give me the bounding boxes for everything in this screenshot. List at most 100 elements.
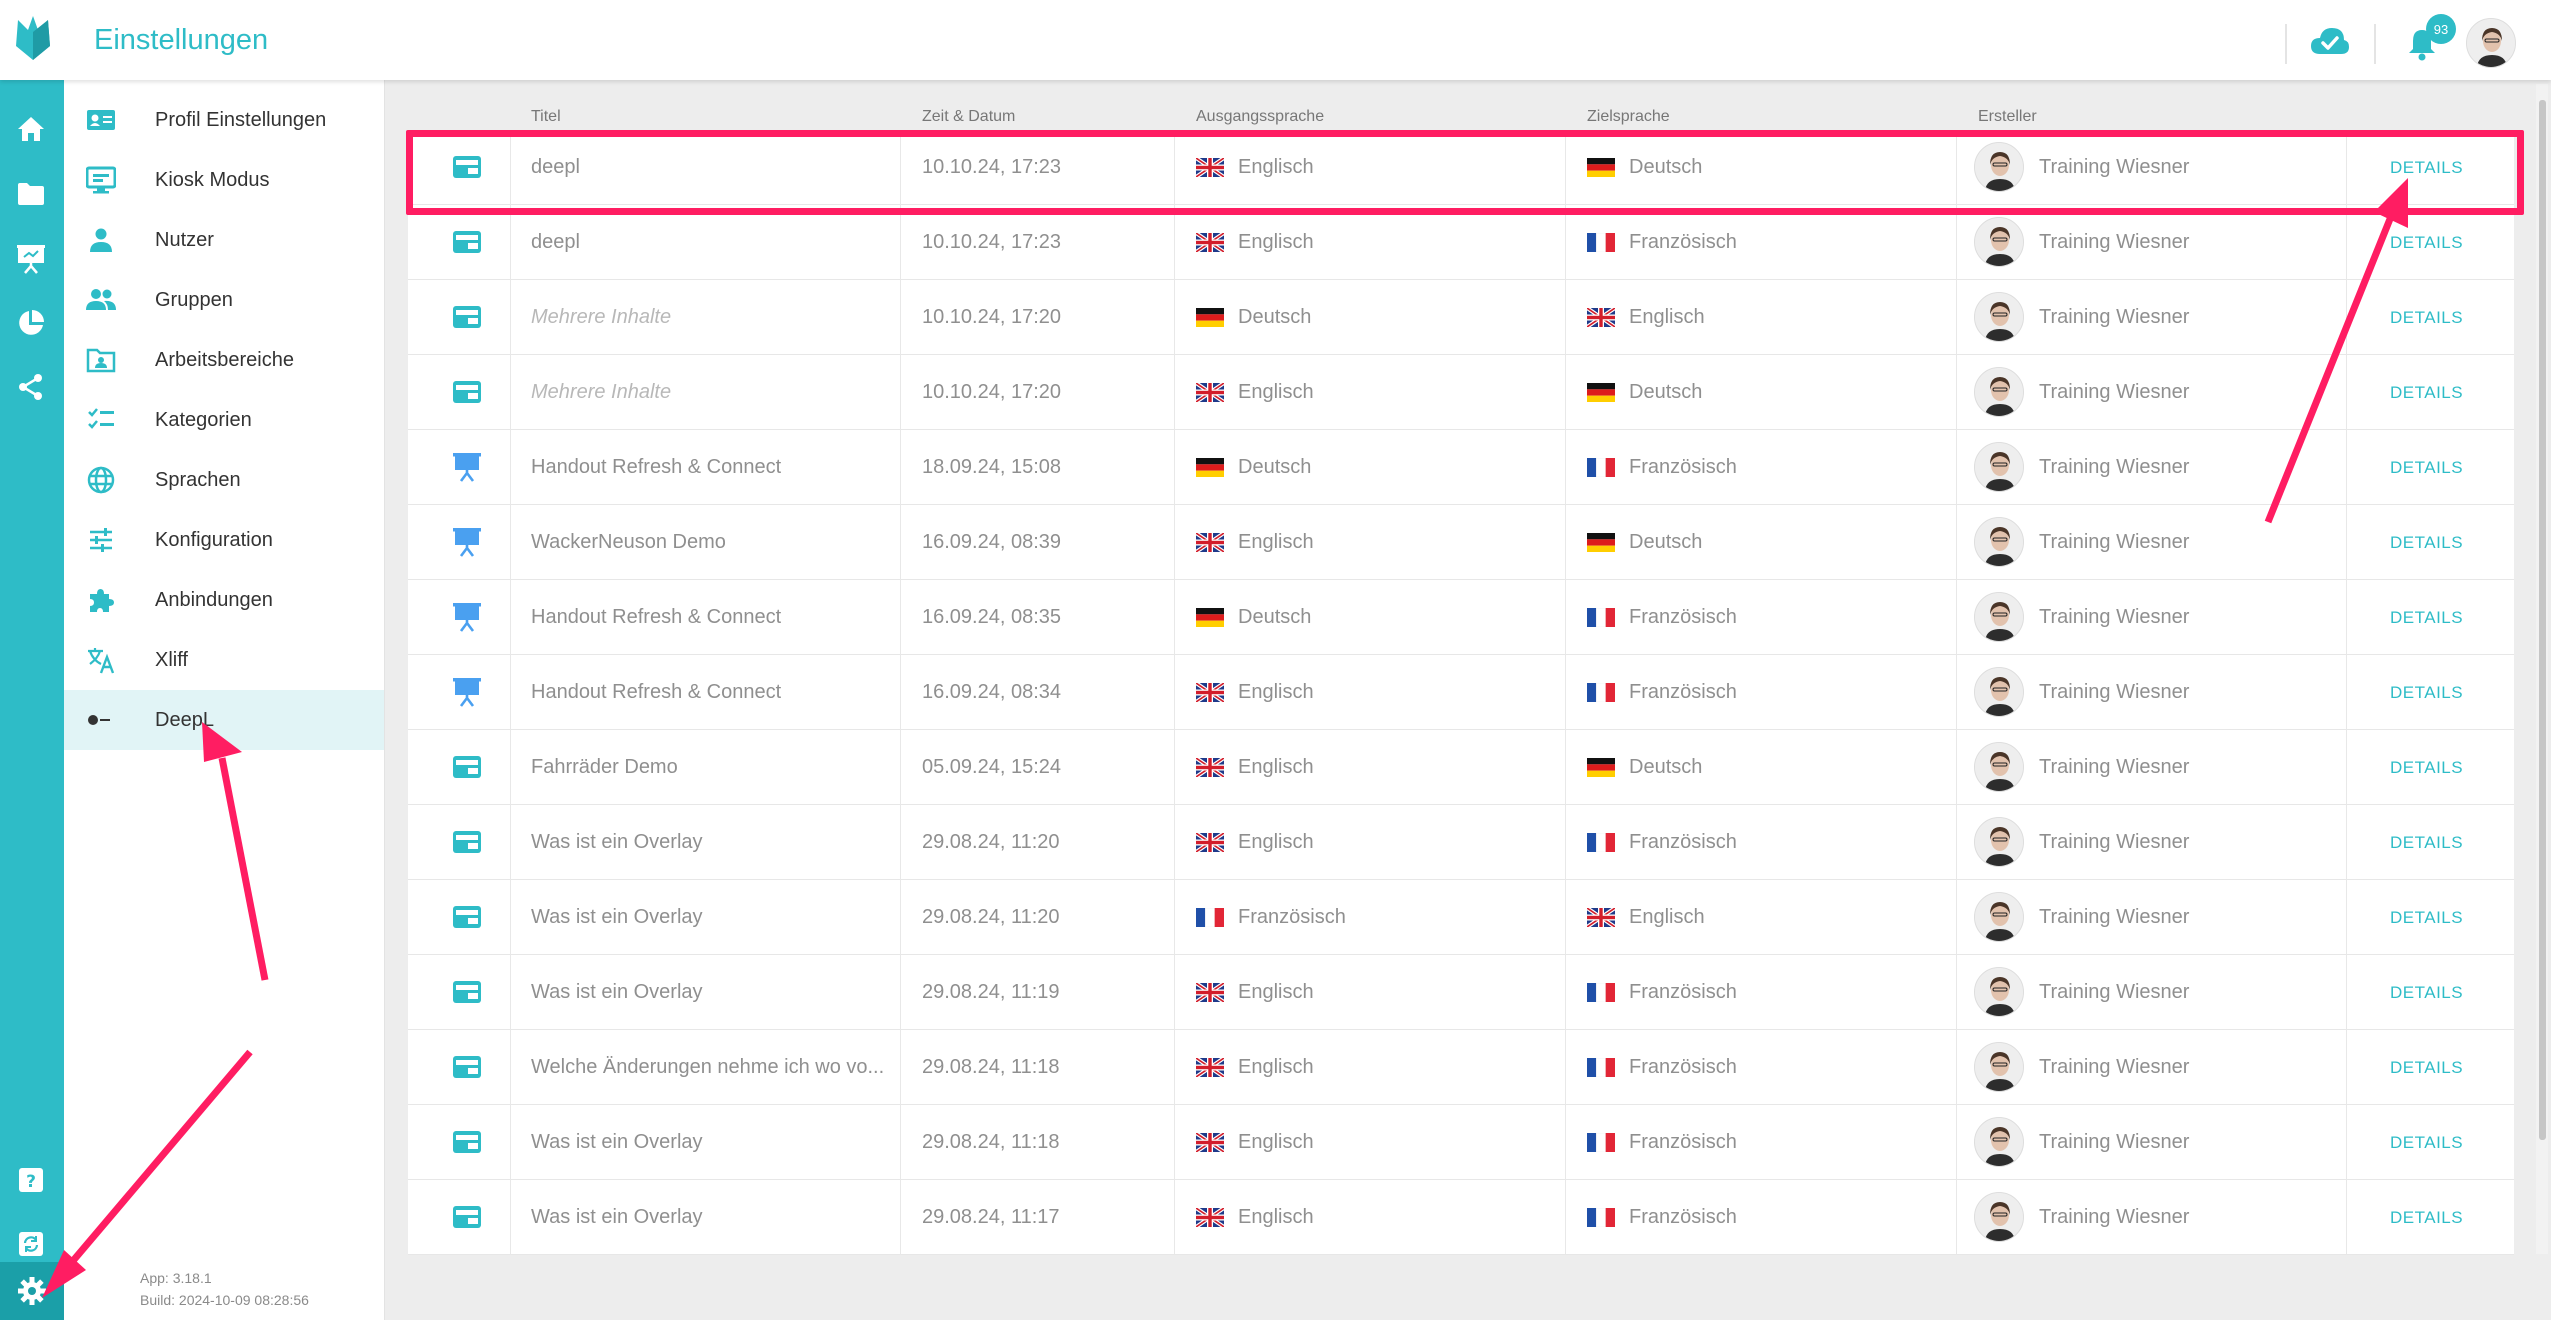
sidebar-item-gruppen[interactable]: Gruppen — [64, 270, 384, 330]
sidebar-item-anbindungen[interactable]: Anbindungen — [64, 570, 384, 630]
cell-divider — [2346, 955, 2347, 1030]
settings-icon[interactable] — [0, 1262, 64, 1320]
column-header-date[interactable]: Zeit & Datum — [922, 108, 1015, 126]
column-header-title[interactable]: Titel — [531, 108, 561, 126]
cell-divider — [1174, 655, 1175, 730]
cloud-sync-icon[interactable] — [2310, 26, 2350, 56]
content-card-icon — [450, 1202, 484, 1232]
row-author: Training Wiesner — [2039, 831, 2190, 853]
share-icon[interactable] — [14, 370, 48, 404]
column-header-source-language[interactable]: Ausgangssprache — [1196, 108, 1324, 126]
cell-divider — [1174, 280, 1175, 355]
sidebar-item-nutzer[interactable]: Nutzer — [64, 210, 384, 270]
scrollbar-thumb[interactable] — [2539, 100, 2546, 1140]
cell-divider — [900, 355, 901, 430]
row-target-language: Deutsch — [1629, 756, 1703, 778]
table-row[interactable]: Was ist ein Overlay 29.08.24, 11:17 Englis… — [408, 1180, 2514, 1255]
app-logo-icon[interactable] — [14, 16, 52, 60]
sidebar-item-konfiguration[interactable]: Konfiguration — [64, 510, 384, 570]
details-button[interactable]: DETAILS — [2390, 758, 2463, 778]
presentation-icon[interactable] — [14, 242, 48, 276]
column-header-target-language[interactable]: Zielsprache — [1587, 108, 1670, 126]
details-button[interactable]: DETAILS — [2390, 983, 2463, 1003]
details-button[interactable]: DETAILS — [2390, 608, 2463, 628]
row-target-language: Französisch — [1629, 1131, 1737, 1153]
table-row[interactable]: Mehrere Inhalte 10.10.24, 17:20 Englisch De… — [408, 355, 2514, 430]
home-icon[interactable] — [14, 112, 48, 146]
cell-divider — [510, 430, 511, 505]
folder-icon[interactable] — [14, 177, 48, 211]
cell-divider — [1174, 505, 1175, 580]
sidebar-item-arbeitsbereiche[interactable]: Arbeitsbereiche — [64, 330, 384, 390]
cell-divider — [2346, 505, 2347, 580]
row-title: Mehrere Inhalte — [531, 381, 672, 403]
row-date: 16.09.24, 08:34 — [922, 681, 1062, 703]
table-row[interactable]: Mehrere Inhalte 10.10.24, 17:20 Deutsch Eng… — [408, 280, 2514, 355]
cell-divider — [1174, 130, 1175, 205]
sidebar-item-xliff[interactable]: Xliff — [64, 630, 384, 690]
row-source-language: Deutsch — [1238, 306, 1312, 328]
cell-divider — [1174, 1180, 1175, 1255]
table-row[interactable]: deepl 10.10.24, 17:23 Englisch Französisch T… — [408, 205, 2514, 280]
help-icon[interactable]: ? — [14, 1163, 48, 1197]
details-button[interactable]: DETAILS — [2390, 383, 2463, 403]
flag-gb-icon — [1196, 383, 1224, 402]
row-target-language: Französisch — [1629, 831, 1737, 853]
sidebar-item-kategorien[interactable]: Kategorien — [64, 390, 384, 450]
flag-gb-icon — [1196, 1133, 1224, 1152]
table-row[interactable]: Was ist ein Overlay 29.08.24, 11:18 Englis… — [408, 1105, 2514, 1180]
cell-divider — [2346, 1030, 2347, 1105]
table-row[interactable]: Was ist ein Overlay 29.08.24, 11:20 Englis… — [408, 805, 2514, 880]
details-button[interactable]: DETAILS — [2390, 158, 2463, 178]
row-source-language: Englisch — [1238, 981, 1314, 1003]
table-row[interactable]: Handout Refresh & Connect 16.09.24, 08:35… — [408, 580, 2514, 655]
row-target-language: Deutsch — [1629, 156, 1703, 178]
sync-icon[interactable] — [14, 1227, 48, 1261]
table-row[interactable]: WackerNeuson Demo 16.09.24, 08:39 Englisch… — [408, 505, 2514, 580]
pie-chart-icon[interactable] — [14, 306, 48, 340]
cell-divider — [510, 280, 511, 355]
svg-text:?: ? — [26, 1172, 36, 1192]
row-target-language: Englisch — [1629, 906, 1705, 928]
cell-divider — [1956, 1105, 1957, 1180]
sidebar-item-kiosk-modus[interactable]: Kiosk Modus — [64, 150, 384, 210]
details-button[interactable]: DETAILS — [2390, 1058, 2463, 1078]
row-author: Training Wiesner — [2039, 531, 2190, 553]
cell-divider — [2346, 355, 2347, 430]
row-date: 16.09.24, 08:39 — [922, 531, 1062, 553]
table-row[interactable]: Welche Änderungen nehme ich wo vo... 29.0… — [408, 1030, 2514, 1105]
sidebar-item-label: Kiosk Modus — [155, 168, 270, 191]
sidebar-item-deepl[interactable]: DeepL — [64, 690, 384, 750]
details-button[interactable]: DETAILS — [2390, 908, 2463, 928]
content-card-icon — [450, 227, 484, 257]
column-header-author[interactable]: Ersteller — [1978, 108, 2037, 126]
table-row[interactable]: Was ist ein Overlay 29.08.24, 11:19 Englis… — [408, 955, 2514, 1030]
cell-divider — [1956, 1180, 1957, 1255]
flag-gb-icon — [1587, 308, 1615, 327]
table-row[interactable]: Was ist ein Overlay 29.08.24, 11:20 Franzö… — [408, 880, 2514, 955]
table-row[interactable]: Handout Refresh & Connect 18.09.24, 15:08… — [408, 430, 2514, 505]
sidebar-item-sprachen[interactable]: Sprachen — [64, 450, 384, 510]
details-button[interactable]: DETAILS — [2390, 233, 2463, 253]
row-target-language: Englisch — [1629, 306, 1705, 328]
flag-gb-icon — [1196, 683, 1224, 702]
row-title: Was ist ein Overlay — [531, 831, 703, 853]
cell-divider — [2346, 280, 2347, 355]
table-row[interactable]: deepl 10.10.24, 17:23 Englisch Deutsch Train… — [408, 130, 2514, 205]
row-title: Was ist ein Overlay — [531, 906, 703, 928]
table-row[interactable]: Handout Refresh & Connect 16.09.24, 08:34… — [408, 655, 2514, 730]
sidebar-item-profil-einstellungen[interactable]: Profil Einstellungen — [64, 90, 384, 150]
author-avatar — [1974, 442, 2024, 492]
details-button[interactable]: DETAILS — [2390, 683, 2463, 703]
details-button[interactable]: DETAILS — [2390, 458, 2463, 478]
user-avatar[interactable] — [2466, 18, 2516, 68]
details-button[interactable]: DETAILS — [2390, 1133, 2463, 1153]
details-button[interactable]: DETAILS — [2390, 533, 2463, 553]
table-row[interactable]: Fahrräder Demo 05.09.24, 15:24 Englisch Deu… — [408, 730, 2514, 805]
details-button[interactable]: DETAILS — [2390, 833, 2463, 853]
author-avatar — [1974, 217, 2024, 267]
details-button[interactable]: DETAILS — [2390, 1208, 2463, 1228]
details-button[interactable]: DETAILS — [2390, 308, 2463, 328]
cell-divider — [1956, 130, 1957, 205]
row-target-language: Französisch — [1629, 231, 1737, 253]
